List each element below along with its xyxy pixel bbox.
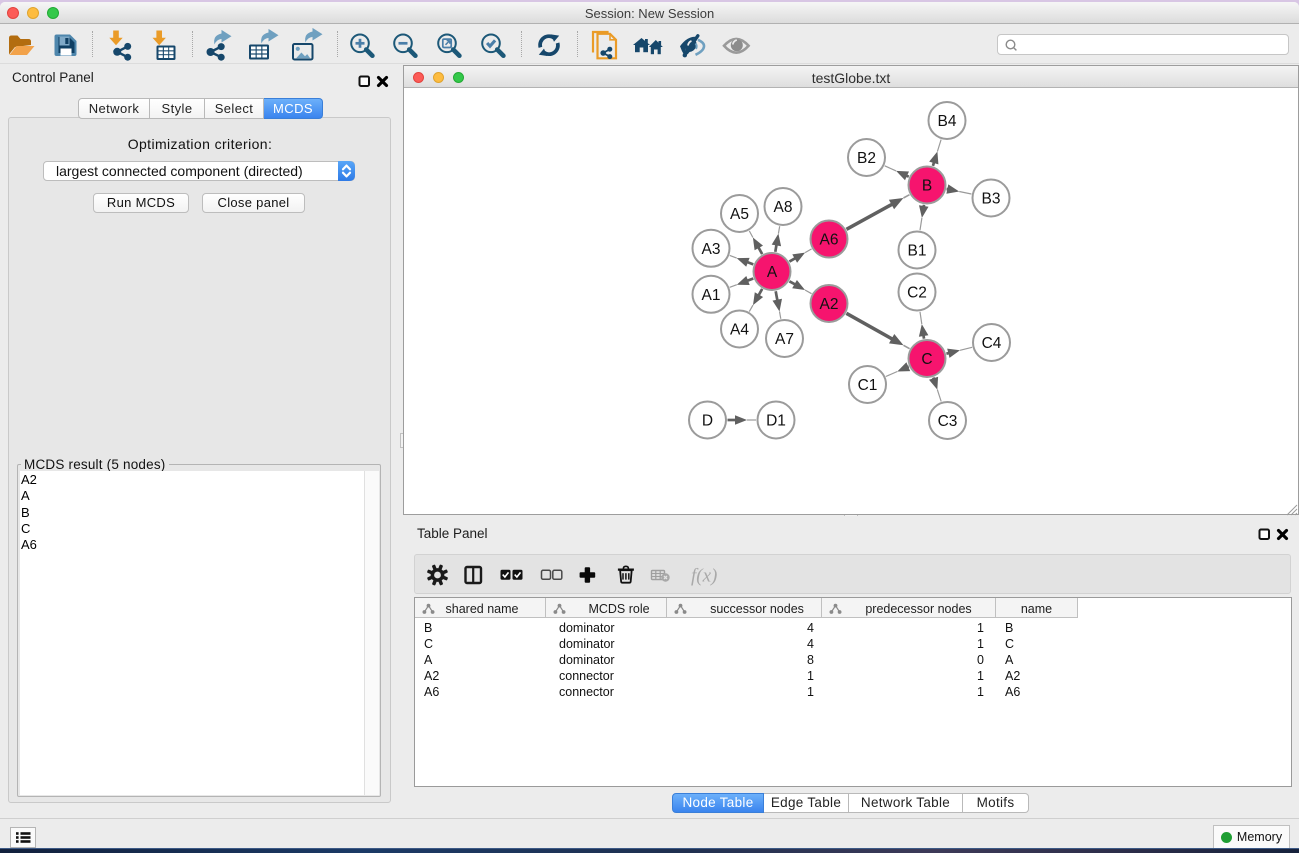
svg-text:C4: C4 [982,335,1002,352]
svg-text:A2: A2 [820,296,839,313]
svg-text:C2: C2 [907,285,927,302]
svg-text:B1: B1 [908,243,927,260]
svg-text:A8: A8 [774,199,793,216]
svg-text:B2: B2 [857,150,876,167]
svg-text:D: D [702,413,713,430]
svg-text:A5: A5 [730,206,749,223]
svg-text:B3: B3 [982,191,1001,208]
svg-text:A6: A6 [820,232,839,249]
svg-text:A1: A1 [702,287,721,304]
svg-text:B: B [922,178,932,195]
svg-text:A: A [767,264,778,281]
svg-text:C1: C1 [858,377,878,394]
svg-text:f(x): f(x) [691,566,717,587]
svg-text:D1: D1 [766,413,786,430]
svg-text:C: C [921,351,932,368]
svg-text:A4: A4 [730,322,749,339]
svg-text:A3: A3 [702,241,721,258]
svg-text:C3: C3 [938,413,958,430]
svg-text:B4: B4 [938,113,957,130]
svg-text:A7: A7 [775,331,794,348]
